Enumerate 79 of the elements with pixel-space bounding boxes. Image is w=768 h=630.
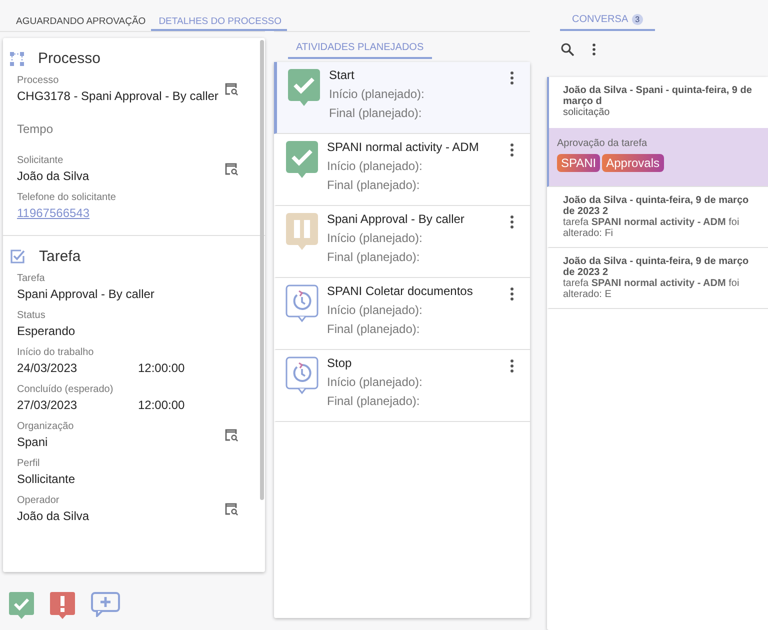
field-value: Spani [17,435,49,449]
activity-title: SPANI normal activity - ADM [327,140,480,154]
more-options-icon[interactable] [510,215,514,229]
field-value: Spani Approval - By caller [17,287,156,301]
field-label: Organização [17,421,75,432]
planned-end: Final (planejado): [327,322,421,336]
search-window-icon[interactable] [224,82,239,96]
section-title: Tarefa [39,248,81,265]
field-value: João da Silva [17,509,90,523]
planned-start: Início (planejado): [327,159,424,173]
search-icon[interactable] [561,43,574,56]
field-value: Esperando [17,324,76,338]
count-badge: 3 [632,14,643,25]
date-value: 24/03/2023 [17,361,78,375]
activity-item[interactable]: Start Início (planejado): Final (planejado): [274,62,530,134]
search-window-icon[interactable] [224,162,239,176]
tab[interactable]: CONVERSA 3 [560,0,655,31]
planned-end: Final (planejado): [327,250,421,264]
planned-start: Início (planejado): [327,303,424,317]
message-item[interactable]: João da Silva - quinta-feira, 9 de março de 2023 2 tarefa SPANI normal activity - ADM foi alterado: Fi [547,186,768,248]
more-options-icon[interactable] [510,287,514,301]
check-bubble-icon [287,68,321,107]
tab-label: CONVERSA [572,14,628,25]
activity-title: Stop [327,356,353,370]
message-item[interactable]: João da Silva - Spani - quinta-feira, 9 de março d solicitação Aprovação da tarefa SPANI Approvals [547,76,768,187]
planned-start: Início (planejado): [327,375,424,389]
pause-bubble-icon [285,212,319,251]
field-label: Status [17,310,46,321]
activity-item[interactable]: Stop Início (planejado): Final (planejado): [274,350,530,422]
activity-title: Spani Approval - By caller [327,212,466,226]
message-subtitle: solicitação [562,106,611,118]
field-value: CHG3178 - Spani Approval - By caller [17,89,220,103]
planned-start: Início (planejado): [327,231,424,245]
process-flow-icon [10,52,24,66]
field-label: Início do trabalho [17,347,95,358]
planned-start: Início (planejado): [329,87,426,101]
tag: Approvals [602,154,664,172]
field-label: Tempo [17,122,54,136]
date-value: 27/03/2023 [17,398,78,412]
planned-end: Final (planejado): [329,106,423,120]
checkbox-icon [10,249,25,264]
field-label: Processo [17,75,60,86]
message-header: João da Silva - quinta-feira, 9 de março de 2023 2 [563,194,750,217]
message-body: tarefa SPANI normal activity - ADM foi alterado: E [563,278,740,300]
tag: SPANI [557,154,600,172]
field-label: Telefone do solicitante [17,192,117,203]
field-label: Solicitante [17,155,64,166]
clock-bubble-icon [285,356,319,395]
message-body: tarefa SPANI normal activity - ADM foi alterado: Fi [563,216,740,239]
more-options-icon[interactable] [510,359,514,373]
field-label: Perfil [17,458,41,469]
field-value: Sollicitante [17,472,76,486]
section-title: Processo [38,50,101,67]
exclamation-bubble-icon[interactable] [50,592,75,619]
field-label: Tarefa [17,273,46,284]
search-window-icon[interactable] [224,502,239,516]
planned-end: Final (planejado): [327,394,421,408]
field-value: João da Silva [17,169,90,183]
field-label: Concluído (esperado) [17,384,114,395]
tab[interactable]: AGUARDANDO APROVAÇÃO [8,0,151,31]
more-options-icon[interactable] [510,71,514,85]
time-value: 12:00:00 [138,398,185,412]
planned-end: Final (planejado): [327,178,421,192]
check-bubble-icon [285,140,319,179]
more-options-icon[interactable] [510,143,514,157]
activity-title: Start [329,68,356,82]
message-header: João da Silva - quinta-feira, 9 de março de 2023 2 [563,256,750,278]
field-label: Operador [17,495,60,506]
time-value: 12:00:00 [138,361,185,375]
activity-item[interactable]: SPANI normal activity - ADM Início (planejado): Final (planejado): [274,134,530,206]
check-bubble-icon[interactable] [9,592,34,619]
activity-title: SPANI Coletar documentos [327,284,474,298]
message-note: Aprovação da tarefa [557,138,648,149]
message-item[interactable]: João da Silva - quinta-feira, 9 de março de 2023 2 tarefa SPANI normal activity - ADM foi alterado: E [547,248,768,309]
activity-item[interactable]: SPANI Coletar documentos Início (planejado): Final (planejado): [274,278,530,350]
activity-item[interactable]: Spani Approval - By caller Início (planejado): Final (planejado): [274,206,530,278]
more-options-icon[interactable] [592,43,596,56]
clock-bubble-icon [285,284,319,323]
search-window-icon[interactable] [224,428,239,442]
